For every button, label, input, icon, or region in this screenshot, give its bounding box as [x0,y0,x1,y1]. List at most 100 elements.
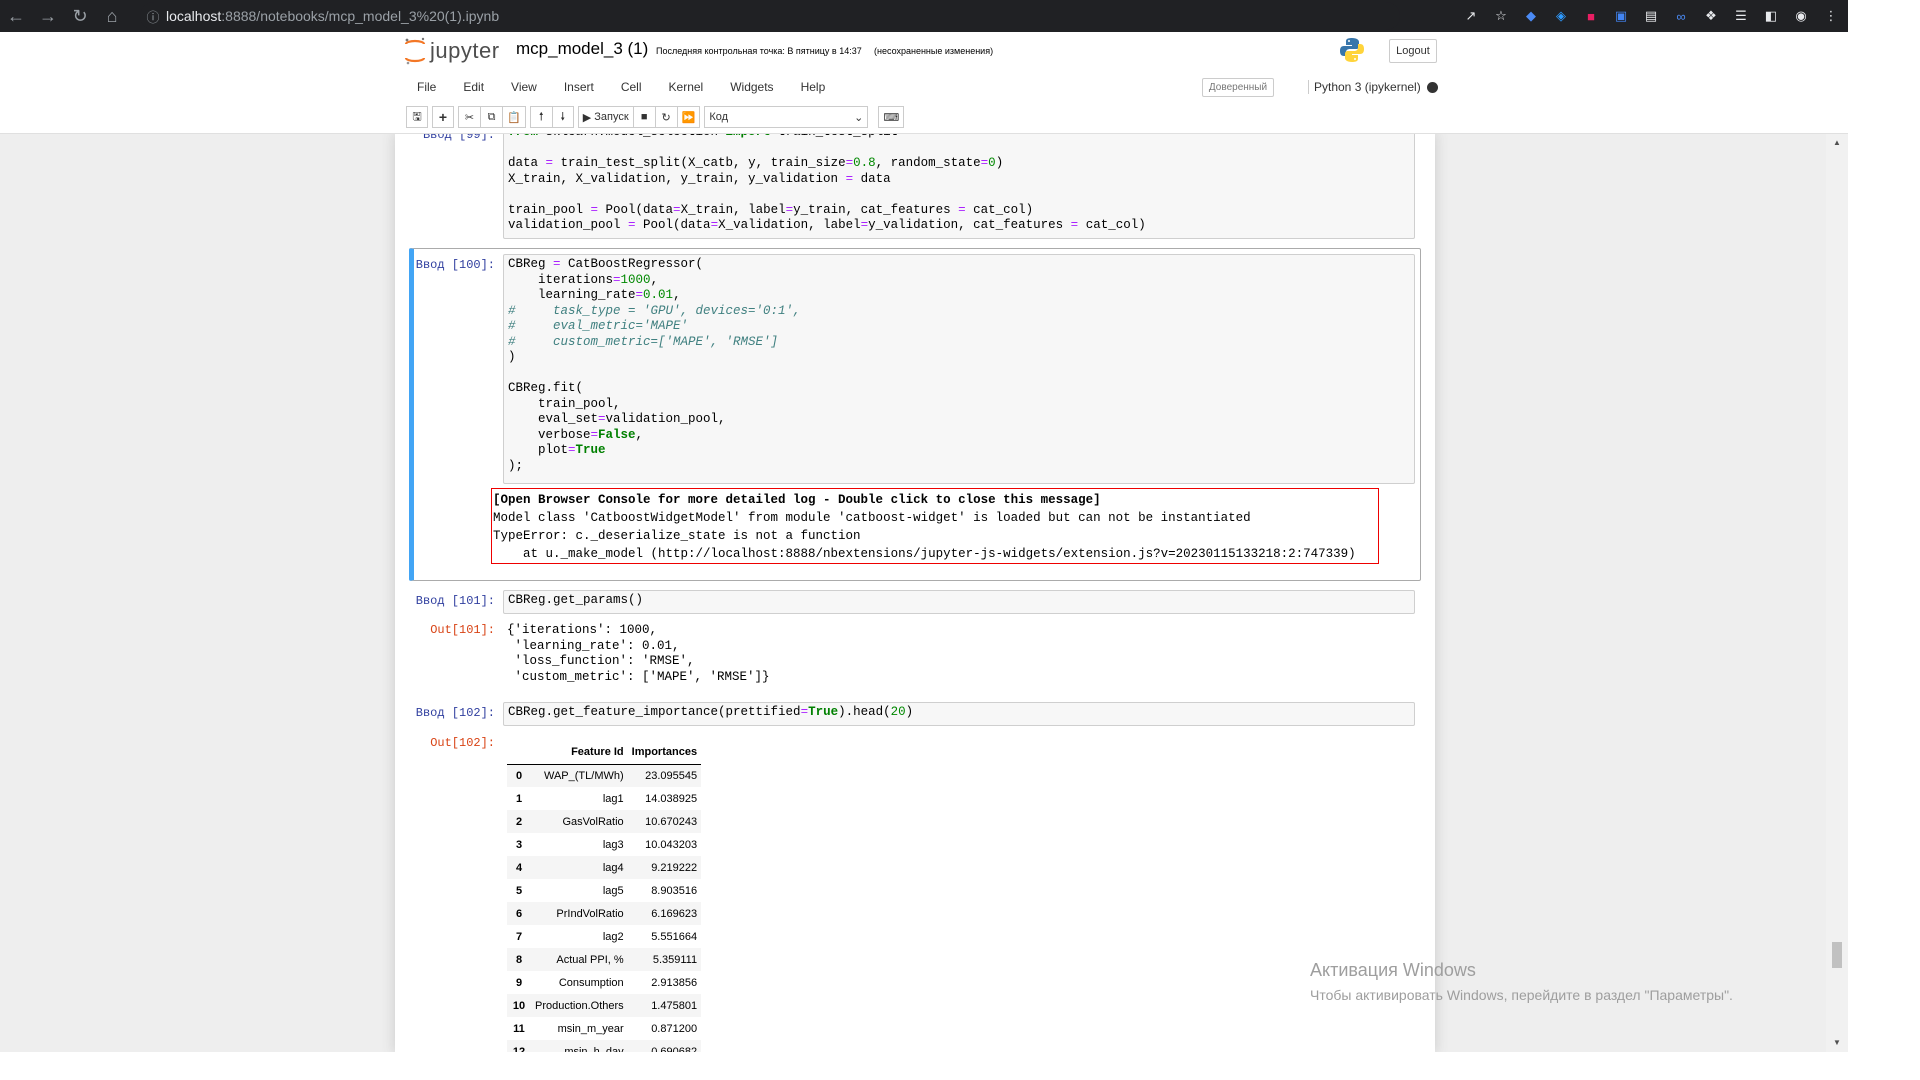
importance-cell: 0.690682 [627,1040,702,1052]
feature-id-cell: Consumption [558,976,624,989]
reload-icon[interactable]: ↻ [64,0,96,32]
feature-id-cell: Production.Others [531,994,628,1017]
code-editor[interactable]: from sklearn.model_selection import trai… [503,134,1415,239]
feature-id-cell: lag3 [602,838,624,851]
table-header-importance: Importances [627,740,702,765]
plus-icon: + [438,109,448,125]
logo-text: jupyter [430,38,500,63]
jupyter-logo-icon [404,37,426,65]
input-prompt: Ввод [99]: [422,134,495,142]
extension-icon[interactable]: ■ [1582,7,1600,25]
forward-icon[interactable]: → [32,0,64,32]
output-prompt: Out[102]: [430,736,495,750]
address-bar[interactable]: ⓘ localhost:8888/notebooks/mcp_model_3%2… [140,2,1400,30]
trusted-indicator[interactable]: Доверенный [1202,78,1274,97]
restart-icon: ↻ [661,111,671,124]
menu-edit[interactable]: Edit [450,80,498,94]
scissors-icon: ✂ [464,111,475,124]
feature-id-cell: WAP_(TL/MWh) [531,764,628,787]
menu-kernel[interactable]: Kernel [656,80,718,94]
notebook-name[interactable]: mcp_model_3 (1) [516,39,648,59]
menu-icon[interactable]: ⋮ [1822,7,1840,25]
run-button[interactable]: ▶ Запуск [577,106,633,128]
row-index: 9 [515,976,523,989]
code-editor[interactable]: CBReg = CatBoostRegressor( iterations=10… [503,254,1415,484]
translate-icon[interactable]: ▣ [1612,7,1630,25]
paste-button[interactable]: 📋 [502,106,526,128]
extension-icon[interactable]: ◆ [1522,7,1540,25]
extension-icon[interactable]: ∞ [1672,7,1690,25]
extension-icon[interactable]: ▤ [1642,7,1660,25]
save-button[interactable]: 🖫 [406,106,428,128]
site-info-icon[interactable]: ⓘ [140,7,166,26]
windows-activation-watermark: Активация Windows Чтобы активировать Win… [1310,960,1733,1003]
back-icon[interactable]: ← [0,0,32,32]
menu-cell[interactable]: Cell [608,80,656,94]
row-index: 1 [515,792,523,805]
menu-help[interactable]: Help [788,80,840,94]
code-cell[interactable]: Ввод [101]: CBReg.get_params() Out[101]:… [409,587,1421,684]
menu-insert[interactable]: Insert [551,80,608,94]
table-header-feature: Feature Id [531,740,628,765]
kernel-name[interactable]: Python 3 (ipykernel) [1308,80,1421,94]
restart-run-all-button[interactable]: ⏩ [676,106,701,128]
move-up-button[interactable]: 🠕 [529,106,552,128]
move-down-button[interactable]: 🠗 [551,106,574,128]
sidepanel-icon[interactable]: ◧ [1762,7,1780,25]
output-text: {'iterations': 1000, 'learning_rate': 0.… [507,623,770,684]
row-index: 3 [515,838,523,851]
scroll-up-icon[interactable]: ▲ [1833,138,1841,147]
copy-button[interactable]: ⧉ [480,106,502,128]
puzzle-icon[interactable]: ❖ [1702,7,1720,25]
table-header-index [507,740,531,765]
bookmark-star-icon[interactable]: ☆ [1492,7,1510,25]
row-index: 5 [515,884,523,897]
code-editor[interactable]: CBReg.get_params() [503,590,1415,614]
interrupt-button[interactable]: ■ [632,106,655,128]
table-row: 10 Production.Others 1.475801 [507,994,702,1017]
kernel-status-icon [1427,82,1438,93]
importance-cell: 0.871200 [651,1022,698,1035]
row-index: 4 [507,856,531,879]
restart-button[interactable]: ↻ [654,106,677,128]
command-palette-button[interactable]: ⌨ [878,106,905,128]
widget-error-message[interactable]: [Open Browser Console for more detailed … [491,488,1379,564]
notebook-site: Ввод [99]: from sklearn.model_selection … [0,134,1848,1052]
vertical-scrollbar[interactable]: ▲ ▼ [1826,134,1848,1052]
cell-type-select[interactable]: Код ⌄ [704,106,869,128]
table-row: 6 PrIndVolRatio 6.169623 [507,902,702,925]
importance-cell: 5.551664 [651,930,698,943]
extension-icon[interactable]: ◈ [1552,7,1570,25]
row-index: 2 [507,810,531,833]
home-icon[interactable]: ⌂ [96,0,128,32]
menu-view[interactable]: View [498,80,551,94]
feature-id-cell: msin_h_day [531,1040,628,1052]
input-prompt: Ввод [100]: [415,258,495,272]
row-index: 0 [507,764,531,787]
copy-icon: ⧉ [487,110,496,123]
playlist-icon[interactable]: ☰ [1732,7,1750,25]
menu-file[interactable]: File [404,80,450,94]
jupyter-logo[interactable]: jupyter [404,36,500,66]
paste-icon: 📋 [507,111,521,124]
scroll-thumb[interactable] [1832,942,1842,968]
table-row: 2 GasVolRatio 10.670243 [507,810,702,833]
page-margin [1848,0,1920,1080]
share-icon[interactable]: ↗ [1462,7,1480,25]
insert-cell-button[interactable]: + [432,106,454,128]
table-row: 4 lag4 9.219222 [507,856,702,879]
scroll-down-icon[interactable]: ▼ [1833,1038,1841,1047]
code-editor[interactable]: CBReg.get_feature_importance(prettified=… [503,702,1415,726]
importance-cell: 10.043203 [645,838,698,851]
cut-button[interactable]: ✂ [458,106,480,128]
profile-icon[interactable]: ◉ [1792,7,1810,25]
table-row: 12 msin_h_day 0.690682 [507,1040,702,1052]
importance-cell: 9.219222 [627,856,702,879]
menu-widgets[interactable]: Widgets [717,80,787,94]
keyboard-icon: ⌨ [883,111,900,124]
code-cell[interactable]: Ввод [100]: CBReg = CatBoostRegressor( i… [409,248,1421,581]
code-cell[interactable]: Ввод [99]: from sklearn.model_selection … [409,134,1421,244]
logout-button[interactable]: Logout [1389,39,1437,63]
row-index: 7 [515,930,523,943]
output-prompt: Out[101]: [430,623,495,637]
